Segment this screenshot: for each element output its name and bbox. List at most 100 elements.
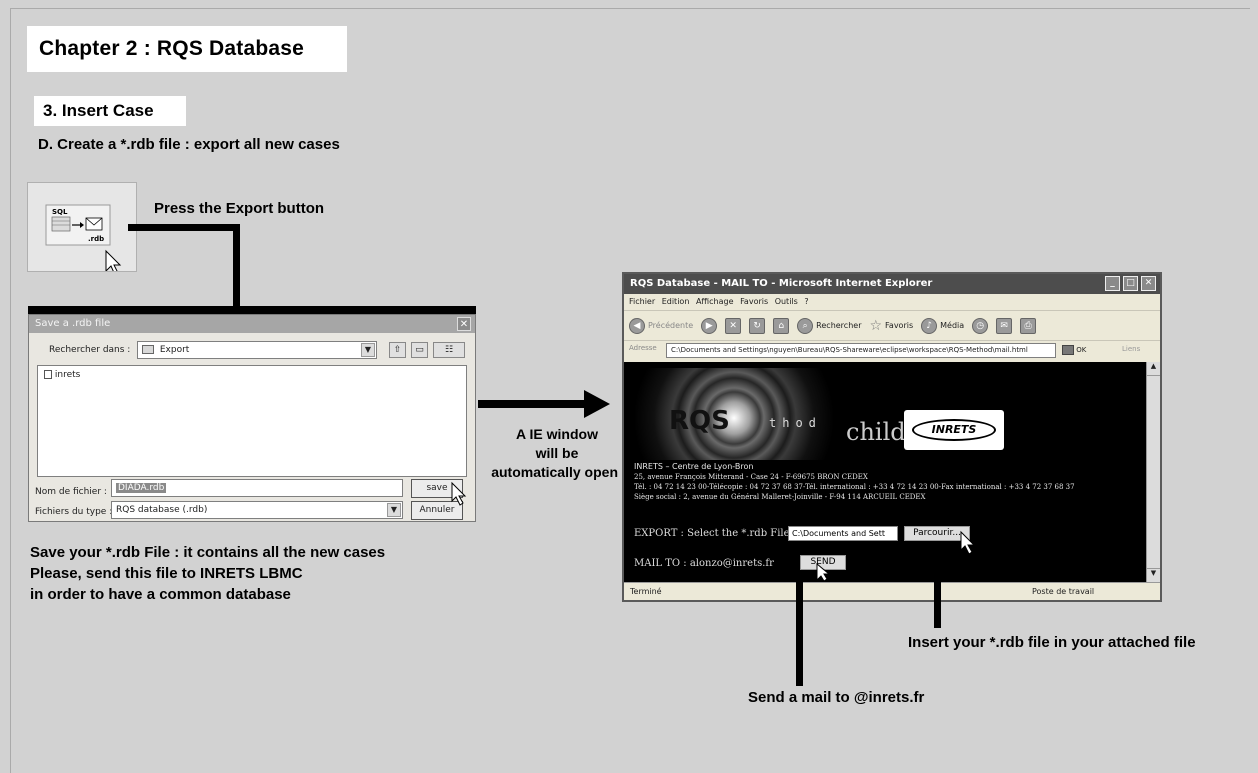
- mail-button[interactable]: ✉: [996, 317, 1013, 334]
- menu-outils[interactable]: Outils: [775, 297, 798, 306]
- cursor-icon: [816, 562, 831, 582]
- child-logo: child: [846, 418, 906, 446]
- arrow-shaft: [478, 400, 586, 408]
- lookin-label: Rechercher dans :: [49, 345, 131, 355]
- print-icon: ⎙: [1020, 317, 1037, 334]
- media-icon: ♪: [921, 317, 938, 334]
- rqs-logo-text: RQS: [669, 406, 730, 436]
- ie-toolbar: ◀ Précédente ▶ ✕ ↻ ⌂ ⌕ Rechercher ☆ Favoris…: [624, 310, 1160, 340]
- scroll-down-icon[interactable]: ▼: [1147, 568, 1160, 582]
- save-caption-line2: Please, send this file to INRETS LBMC: [30, 565, 303, 582]
- export-button[interactable]: SQL .rdb: [27, 182, 137, 276]
- export-icon: SQL .rdb: [45, 204, 122, 276]
- status-left: Terminé: [630, 587, 662, 596]
- cursor-icon: [451, 481, 467, 506]
- media-label: Média: [940, 321, 965, 330]
- inrets-logo-text: INRETS: [912, 419, 996, 441]
- connector-line: [28, 306, 476, 314]
- forward-icon: ▶: [701, 317, 718, 334]
- favorites-label: Favoris: [885, 321, 914, 330]
- ie-open-line3: automatically open: [491, 464, 618, 480]
- back-button[interactable]: ◀ Précédente: [629, 317, 693, 334]
- page-title: Chapter 2 : RQS Database: [27, 26, 347, 72]
- chevron-down-icon[interactable]: ▼: [387, 503, 401, 517]
- home-button[interactable]: ⌂: [773, 317, 790, 334]
- save-caption-line3: in order to have a common database: [30, 586, 291, 603]
- favorites-button[interactable]: ☆ Favoris: [869, 318, 913, 334]
- status-bar: Terminé Poste de travail: [624, 582, 1160, 600]
- history-icon: ◷: [972, 317, 989, 334]
- media-button[interactable]: ♪ Média: [921, 317, 965, 334]
- folder-icon: [142, 345, 154, 354]
- forward-button[interactable]: ▶: [701, 317, 718, 334]
- connector-line: [128, 224, 240, 231]
- lookin-select[interactable]: Export ▼: [137, 341, 377, 359]
- status-right: Poste de travail: [1032, 587, 1095, 596]
- ie-titlebar: RQS Database - MAIL TO - Microsoft Inter…: [624, 274, 1160, 294]
- filename-value: DIADA.rdb: [116, 483, 167, 493]
- ie-window: RQS Database - MAIL TO - Microsoft Inter…: [622, 272, 1162, 602]
- minimize-icon[interactable]: _: [1105, 276, 1120, 291]
- list-item[interactable]: inrets: [38, 366, 466, 384]
- filetype-value: RQS database (.rdb): [116, 505, 208, 515]
- rdb-label: .rdb: [88, 235, 104, 243]
- links-label[interactable]: Liens: [1122, 345, 1140, 353]
- list-item-label: inrets: [54, 370, 81, 380]
- inrets-logo: INRETS: [904, 410, 1004, 450]
- filename-input[interactable]: DIADA.rdb: [111, 479, 403, 497]
- address-line: 25, avenue François Mitterand - Case 24 …: [634, 473, 868, 481]
- menu-edition[interactable]: Edition: [662, 297, 690, 306]
- close-icon[interactable]: ✕: [457, 317, 471, 331]
- ie-open-line2: will be: [535, 445, 579, 461]
- mail-icon: ✉: [996, 317, 1013, 334]
- ie-title: RQS Database - MAIL TO - Microsoft Inter…: [630, 278, 933, 289]
- cursor-icon: [105, 249, 122, 276]
- scroll-up-icon[interactable]: ▲: [1147, 362, 1160, 376]
- address-input[interactable]: C:\Documents and Settings\nguyen\Bureau\…: [666, 343, 1056, 358]
- ie-open-line1: A IE window: [516, 426, 598, 442]
- section-title: 3. Insert Case: [34, 96, 186, 126]
- step-heading: D. Create a *.rdb file : export all new …: [38, 136, 340, 153]
- export-file-input[interactable]: C:\Documents and Sett: [788, 526, 898, 541]
- address-line: Siège social : 2, avenue du Général Mall…: [634, 493, 926, 501]
- menu-favoris[interactable]: Favoris: [740, 297, 768, 306]
- send-mail-caption: Send a mail to @inrets.fr: [748, 689, 925, 706]
- up-folder-icon[interactable]: ⇧: [389, 342, 406, 358]
- maximize-icon[interactable]: □: [1123, 276, 1138, 291]
- history-button[interactable]: ◷: [972, 317, 989, 334]
- menu-help[interactable]: ?: [804, 297, 808, 306]
- file-list[interactable]: inrets: [37, 365, 467, 477]
- address-label: Adresse: [629, 344, 657, 352]
- stop-button[interactable]: ✕: [725, 317, 742, 334]
- sql-label: SQL: [52, 208, 68, 216]
- new-folder-icon[interactable]: ▭: [411, 342, 428, 358]
- filetype-label: Fichiers du type :: [35, 507, 113, 517]
- star-icon: ☆: [869, 317, 883, 334]
- address-value: C:\Documents and Settings\nguyen\Bureau\…: [671, 346, 1028, 354]
- filetype-select[interactable]: RQS database (.rdb) ▼: [111, 501, 403, 519]
- go-button[interactable]: OK: [1062, 345, 1086, 355]
- search-button[interactable]: ⌕ Rechercher: [797, 317, 862, 334]
- vertical-scrollbar[interactable]: ▲ ▼: [1146, 362, 1160, 582]
- method-logo-text: thod: [769, 416, 822, 430]
- press-export-label: Press the Export button: [154, 200, 325, 217]
- view-menu-icon[interactable]: ☷: [433, 342, 465, 358]
- page-content: RQS thod child INRETS INRETS – Centre de…: [624, 362, 1148, 582]
- insert-file-caption: Insert your *.rdb file in your attached …: [908, 634, 1196, 651]
- menu-affichage[interactable]: Affichage: [696, 297, 734, 306]
- ie-menubar: Fichier Edition Affichage Favoris Outils…: [624, 294, 1160, 310]
- print-button[interactable]: ⎙: [1020, 317, 1037, 334]
- arrow-right-icon: [584, 390, 610, 418]
- refresh-button[interactable]: ↻: [749, 317, 766, 334]
- close-icon[interactable]: ✕: [1141, 276, 1156, 291]
- connector-line: [934, 556, 941, 628]
- chevron-down-icon[interactable]: ▼: [361, 343, 375, 357]
- cursor-icon: [960, 530, 976, 555]
- search-label: Rechercher: [816, 321, 862, 330]
- dialog-titlebar: Save a .rdb file ✕: [29, 315, 475, 333]
- menu-fichier[interactable]: Fichier: [629, 297, 655, 306]
- address-bar: Adresse C:\Documents and Settings\nguyen…: [624, 340, 1160, 360]
- address-line: INRETS – Centre de Lyon-Bron: [634, 462, 754, 471]
- lookin-value: Export: [159, 345, 190, 355]
- connector-line: [796, 582, 803, 686]
